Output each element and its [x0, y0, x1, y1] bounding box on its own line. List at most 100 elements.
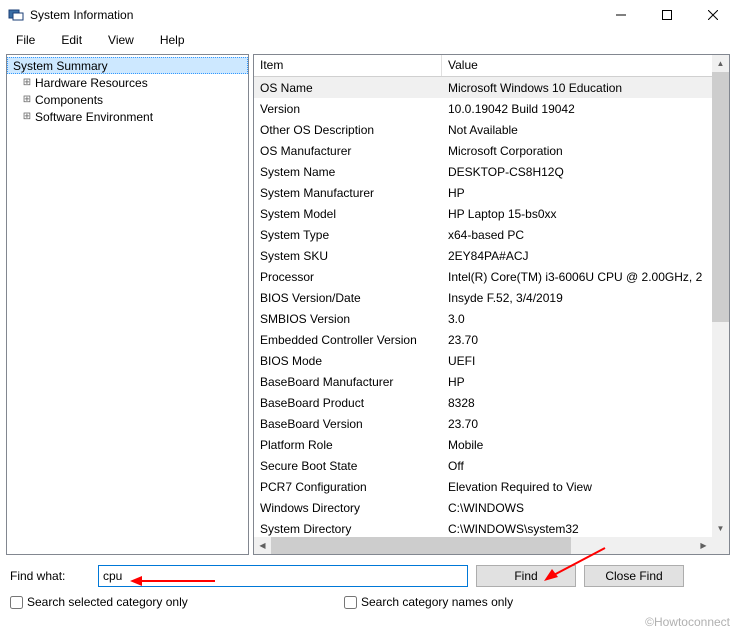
cell-value: C:\WINDOWS\system32	[442, 522, 712, 536]
cell-item: System Directory	[254, 522, 442, 536]
cell-item: OS Name	[254, 81, 442, 95]
scroll-left-icon[interactable]: ◀	[254, 537, 271, 554]
vertical-scrollbar[interactable]: ▲ ▼	[712, 55, 729, 537]
find-label: Find what:	[10, 569, 90, 583]
maximize-button[interactable]	[644, 0, 690, 30]
cell-item: BIOS Version/Date	[254, 291, 442, 305]
tree-label: Software Environment	[35, 110, 153, 124]
cell-value: x64-based PC	[442, 228, 712, 242]
search-selected-checkbox[interactable]: Search selected category only	[10, 595, 340, 609]
tree-expander-icon[interactable]: ⊞	[21, 94, 33, 105]
menu-view[interactable]: View	[96, 31, 146, 49]
tree-label: Hardware Resources	[35, 76, 148, 90]
cell-value: 23.70	[442, 333, 712, 347]
cell-item: Secure Boot State	[254, 459, 442, 473]
cell-value: Microsoft Corporation	[442, 144, 712, 158]
list-row[interactable]: Version10.0.19042 Build 19042	[254, 98, 712, 119]
list-row[interactable]: System ManufacturerHP	[254, 182, 712, 203]
close-find-button[interactable]: Close Find	[584, 565, 684, 587]
cell-item: Processor	[254, 270, 442, 284]
cell-value: 23.70	[442, 417, 712, 431]
cell-item: OS Manufacturer	[254, 144, 442, 158]
list-row[interactable]: System DirectoryC:\WINDOWS\system32	[254, 518, 712, 537]
horizontal-scrollbar[interactable]: ◀ ▶	[254, 537, 712, 554]
cell-value: HP	[442, 375, 712, 389]
scroll-down-icon[interactable]: ▼	[712, 520, 729, 537]
header-value[interactable]: Value	[442, 55, 729, 76]
list-row[interactable]: BaseBoard ManufacturerHP	[254, 371, 712, 392]
cell-item: SMBIOS Version	[254, 312, 442, 326]
cell-value: Mobile	[442, 438, 712, 452]
list-header: Item Value	[254, 55, 729, 77]
list-row[interactable]: Other OS DescriptionNot Available	[254, 119, 712, 140]
header-item[interactable]: Item	[254, 55, 442, 76]
scroll-track[interactable]	[712, 72, 729, 520]
tree-expander-icon[interactable]: ⊞	[21, 111, 33, 122]
tree-item-components[interactable]: ⊞ Components	[7, 91, 248, 108]
cell-item: Platform Role	[254, 438, 442, 452]
cell-item: System SKU	[254, 249, 442, 263]
minimize-button[interactable]	[598, 0, 644, 30]
app-icon	[8, 7, 24, 23]
checkbox-input[interactable]	[10, 596, 23, 609]
find-area: Find what: Find Close Find Search select…	[0, 555, 736, 613]
window-title: System Information	[30, 8, 598, 22]
tree-label: System Summary	[13, 59, 108, 73]
list-row[interactable]: BaseBoard Version23.70	[254, 413, 712, 434]
scroll-thumb[interactable]	[712, 72, 729, 322]
list-row[interactable]: BIOS Version/DateInsyde F.52, 3/4/2019	[254, 287, 712, 308]
list-row[interactable]: Windows DirectoryC:\WINDOWS	[254, 497, 712, 518]
tree-item-system-summary[interactable]: System Summary	[7, 57, 248, 74]
menu-help[interactable]: Help	[148, 31, 197, 49]
cell-item: Embedded Controller Version	[254, 333, 442, 347]
list-row[interactable]: BIOS ModeUEFI	[254, 350, 712, 371]
tree-item-hardware-resources[interactable]: ⊞ Hardware Resources	[7, 74, 248, 91]
scroll-thumb[interactable]	[271, 537, 571, 554]
tree-pane[interactable]: System Summary ⊞ Hardware Resources ⊞ Co…	[6, 54, 249, 555]
list-body[interactable]: OS NameMicrosoft Windows 10 EducationVer…	[254, 77, 712, 537]
menu-file[interactable]: File	[4, 31, 47, 49]
list-row[interactable]: OS ManufacturerMicrosoft Corporation	[254, 140, 712, 161]
cell-value: UEFI	[442, 354, 712, 368]
cell-item: System Type	[254, 228, 442, 242]
search-category-names-checkbox[interactable]: Search category names only	[344, 595, 513, 609]
close-button[interactable]	[690, 0, 736, 30]
watermark: ©Howtoconnect	[645, 615, 730, 629]
list-row[interactable]: Platform RoleMobile	[254, 434, 712, 455]
scroll-up-icon[interactable]: ▲	[712, 55, 729, 72]
checkbox-input[interactable]	[344, 596, 357, 609]
list-row[interactable]: System NameDESKTOP-CS8H12Q	[254, 161, 712, 182]
cell-item: Other OS Description	[254, 123, 442, 137]
list-row[interactable]: Embedded Controller Version23.70	[254, 329, 712, 350]
cell-value: DESKTOP-CS8H12Q	[442, 165, 712, 179]
list-row[interactable]: OS NameMicrosoft Windows 10 Education	[254, 77, 712, 98]
cell-item: PCR7 Configuration	[254, 480, 442, 494]
list-row[interactable]: System SKU2EY84PA#ACJ	[254, 245, 712, 266]
list-row[interactable]: PCR7 ConfigurationElevation Required to …	[254, 476, 712, 497]
list-row[interactable]: System ModelHP Laptop 15-bs0xx	[254, 203, 712, 224]
scroll-track[interactable]	[271, 537, 695, 554]
cell-item: BaseBoard Version	[254, 417, 442, 431]
list-row[interactable]: BaseBoard Product8328	[254, 392, 712, 413]
menu-edit[interactable]: Edit	[49, 31, 94, 49]
cell-value: 10.0.19042 Build 19042	[442, 102, 712, 116]
list-row[interactable]: SMBIOS Version3.0	[254, 308, 712, 329]
cell-value: Not Available	[442, 123, 712, 137]
scroll-right-icon[interactable]: ▶	[695, 537, 712, 554]
cell-value: Insyde F.52, 3/4/2019	[442, 291, 712, 305]
cell-value: HP Laptop 15-bs0xx	[442, 207, 712, 221]
cell-value: Off	[442, 459, 712, 473]
find-input[interactable]	[98, 565, 468, 587]
list-row[interactable]: Secure Boot StateOff	[254, 455, 712, 476]
find-button[interactable]: Find	[476, 565, 576, 587]
list-row[interactable]: ProcessorIntel(R) Core(TM) i3-6006U CPU …	[254, 266, 712, 287]
tree-item-software-environment[interactable]: ⊞ Software Environment	[7, 108, 248, 125]
list-row[interactable]: System Typex64-based PC	[254, 224, 712, 245]
cell-value: Microsoft Windows 10 Education	[442, 81, 712, 95]
checkbox-label: Search selected category only	[27, 595, 188, 609]
tree-expander-icon[interactable]: ⊞	[21, 77, 33, 88]
cell-value: HP	[442, 186, 712, 200]
cell-item: System Manufacturer	[254, 186, 442, 200]
tree-label: Components	[35, 93, 103, 107]
cell-item: System Model	[254, 207, 442, 221]
